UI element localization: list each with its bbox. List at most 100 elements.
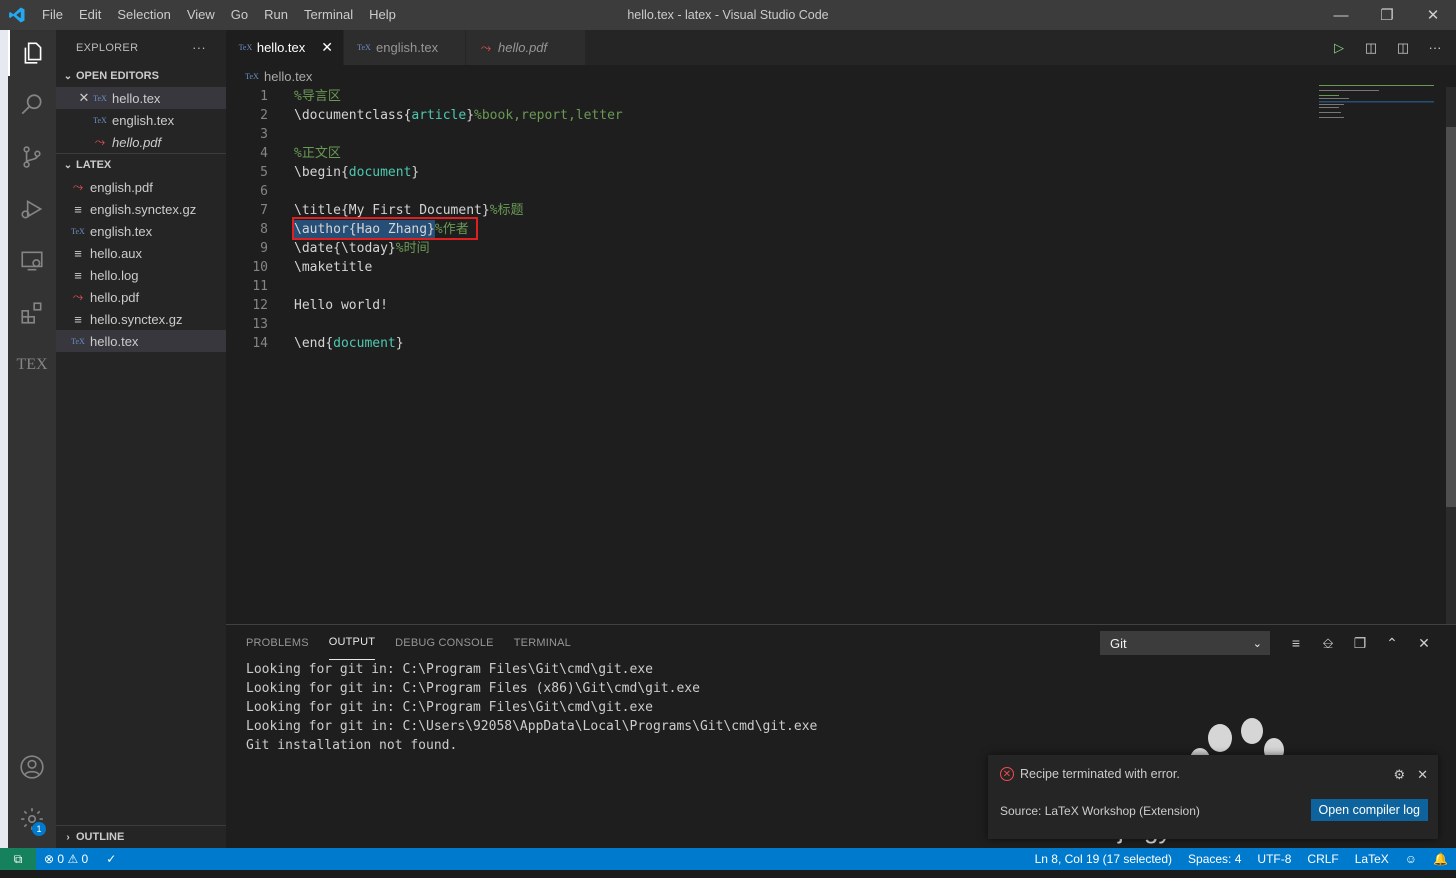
tab-english-tex[interactable]: TeX english.tex bbox=[344, 30, 466, 65]
code-line[interactable]: 2 \documentclass{article} %book,report,let… bbox=[226, 106, 1316, 125]
settings-gear-icon[interactable]: 1 bbox=[8, 796, 56, 842]
restore-icon[interactable]: ❐ bbox=[1364, 0, 1410, 30]
clear-output-icon[interactable]: ≡ bbox=[1286, 631, 1306, 655]
title-bar: File Edit Selection View Go Run Terminal Help h… bbox=[0, 0, 1456, 30]
maximize-panel-icon[interactable]: ❐ bbox=[1350, 631, 1370, 655]
notifications-bell-icon[interactable]: 🔔 bbox=[1425, 852, 1456, 866]
code-token: \maketitle bbox=[294, 260, 373, 275]
problems-indicator[interactable]: ⊗ 0 ⚠ 0 bbox=[44, 852, 88, 866]
open-preview-icon[interactable]: ◫ bbox=[1362, 39, 1380, 57]
code-line[interactable]: 6 bbox=[226, 182, 1316, 201]
scrollbar-thumb[interactable] bbox=[1446, 127, 1456, 507]
more-actions-icon[interactable]: ··· bbox=[1426, 39, 1444, 57]
code-line[interactable]: 14 \end{document} bbox=[226, 334, 1316, 353]
menu-item[interactable]: Edit bbox=[71, 0, 109, 30]
code-line[interactable]: 10 \maketitle bbox=[226, 258, 1316, 277]
line-number: 4 bbox=[260, 146, 268, 161]
run-debug-icon[interactable] bbox=[8, 186, 56, 232]
code-line[interactable]: 12 Hello world! bbox=[226, 296, 1316, 315]
menu-item[interactable]: View bbox=[179, 0, 223, 30]
outline-section[interactable]: › OUTLINE bbox=[56, 825, 230, 848]
encoding[interactable]: UTF-8 bbox=[1249, 852, 1299, 866]
file-tree-item[interactable]: TeX hello.tex bbox=[56, 330, 226, 352]
breadcrumb[interactable]: TeX hello.tex bbox=[226, 65, 1456, 87]
check-icon[interactable]: ✓ bbox=[106, 852, 116, 866]
chevron-up-icon[interactable]: ⌃ bbox=[1382, 631, 1402, 655]
close-editor-icon[interactable]: ✕ bbox=[76, 90, 92, 106]
close-window-icon[interactable]: ✕ bbox=[1410, 0, 1456, 30]
open-editor-item[interactable]: ✕ TeX hello.tex bbox=[56, 87, 226, 109]
source-control-icon[interactable] bbox=[8, 134, 56, 180]
account-icon[interactable] bbox=[8, 744, 56, 790]
close-panel-icon[interactable]: ✕ bbox=[1414, 631, 1434, 655]
panel-tab-terminal[interactable]: TERMINAL bbox=[514, 625, 571, 660]
open-editor-item[interactable]: ⤳ hello.pdf bbox=[56, 131, 226, 153]
file-tree-item[interactable]: ≡ english.synctex.gz bbox=[56, 198, 226, 220]
menu-bar: File Edit Selection View Go Run Terminal Help bbox=[34, 0, 404, 30]
file-tree-item[interactable]: ⤳ hello.pdf bbox=[56, 286, 226, 308]
code-line[interactable]: 5 \begin{document} bbox=[226, 163, 1316, 182]
tab-hello-pdf[interactable]: ⤳ hello.pdf bbox=[466, 30, 586, 65]
file-icon: ≡ bbox=[74, 267, 82, 283]
file-tree-item[interactable]: TeX english.tex bbox=[56, 220, 226, 242]
code-line[interactable]: 13 bbox=[226, 315, 1316, 334]
code-line[interactable]: 9 \date {\today} %时间 bbox=[226, 239, 1316, 258]
menu-item[interactable]: Run bbox=[256, 0, 296, 30]
menu-item[interactable]: Help bbox=[361, 0, 404, 30]
file-tree-item[interactable]: ≡ hello.log bbox=[56, 264, 226, 286]
open-editor-item[interactable]: TeX english.tex bbox=[56, 109, 226, 131]
open-compiler-log-button[interactable]: Open compiler log bbox=[1310, 799, 1428, 821]
open-editors-section[interactable]: ⌄ OPEN EDITORS bbox=[56, 65, 226, 87]
cursor-position[interactable]: Ln 8, Col 19 (17 selected) bbox=[1027, 852, 1180, 866]
menu-item[interactable]: Go bbox=[223, 0, 256, 30]
search-icon[interactable] bbox=[8, 82, 56, 128]
close-tab-icon[interactable]: ✕ bbox=[321, 39, 333, 56]
panel-tab-problems[interactable]: PROBLEMS bbox=[246, 625, 309, 660]
file-icon: ≡ bbox=[74, 201, 82, 217]
line-number: 3 bbox=[260, 127, 268, 142]
menu-item[interactable]: Terminal bbox=[296, 0, 361, 30]
code-line[interactable]: 3 bbox=[226, 125, 1316, 144]
extensions-icon[interactable] bbox=[8, 290, 56, 336]
file-tree-item[interactable]: ≡ hello.synctex.gz bbox=[56, 308, 226, 330]
notification-close-icon[interactable]: ✕ bbox=[1417, 767, 1428, 783]
indentation[interactable]: Spaces: 4 bbox=[1180, 852, 1249, 866]
code-token: { bbox=[325, 336, 334, 351]
line-number: 14 bbox=[252, 336, 268, 351]
panel-tab-debug-console[interactable]: DEBUG CONSOLE bbox=[395, 625, 494, 660]
editor-area: TeX hello.tex ✕ TeX english.tex ⤳ hello.pdf ▷ … bbox=[226, 30, 1456, 624]
code-line[interactable]: 4 %正文区 bbox=[226, 144, 1316, 163]
output-log[interactable]: Looking for git in: C:\Program Files\Git… bbox=[246, 660, 817, 755]
error-icon: ✕ bbox=[1000, 767, 1014, 781]
code-line[interactable]: 1 %导言区 bbox=[226, 87, 1316, 106]
more-actions-icon[interactable]: ··· bbox=[192, 40, 206, 55]
run-icon[interactable]: ▷ bbox=[1330, 39, 1348, 57]
remote-indicator-icon[interactable]: ⧉ bbox=[0, 848, 36, 870]
file-name: hello.tex bbox=[90, 333, 139, 349]
file-tree-item[interactable]: ⤳ english.pdf bbox=[56, 176, 226, 198]
file-name: english.synctex.gz bbox=[90, 201, 197, 217]
tex-icon[interactable]: TEX bbox=[8, 342, 56, 388]
menu-item[interactable]: Selection bbox=[109, 0, 178, 30]
explorer-icon[interactable] bbox=[8, 30, 56, 76]
language-mode[interactable]: LaTeX bbox=[1347, 852, 1397, 866]
breadcrumb-file: hello.tex bbox=[264, 68, 313, 84]
code-line[interactable]: 11 bbox=[226, 277, 1316, 296]
line-ending[interactable]: CRLF bbox=[1299, 852, 1346, 866]
lock-icon[interactable]: ⎒ bbox=[1318, 631, 1338, 655]
split-editor-icon[interactable]: ◫ bbox=[1394, 39, 1412, 57]
minimap[interactable] bbox=[1319, 85, 1434, 125]
code-token: {\today} bbox=[333, 241, 396, 256]
feedback-icon[interactable]: ☺ bbox=[1397, 852, 1425, 866]
line-number: 11 bbox=[252, 279, 268, 294]
file-tree-item[interactable]: ≡ hello.aux bbox=[56, 242, 226, 264]
minimize-icon[interactable]: — bbox=[1318, 0, 1364, 30]
menu-item[interactable]: File bbox=[34, 0, 71, 30]
editor-scrollbar[interactable] bbox=[1446, 87, 1456, 624]
tab-hello-tex[interactable]: TeX hello.tex ✕ bbox=[226, 30, 344, 65]
notification-settings-icon[interactable]: ⚙ bbox=[1393, 767, 1405, 783]
panel-tab-output[interactable]: OUTPUT bbox=[328, 625, 376, 660]
output-channel-select[interactable]: Git ⌄ bbox=[1100, 631, 1270, 655]
latex-folder-section[interactable]: ⌄ LATEX bbox=[56, 153, 226, 176]
remote-explorer-icon[interactable] bbox=[8, 238, 56, 284]
